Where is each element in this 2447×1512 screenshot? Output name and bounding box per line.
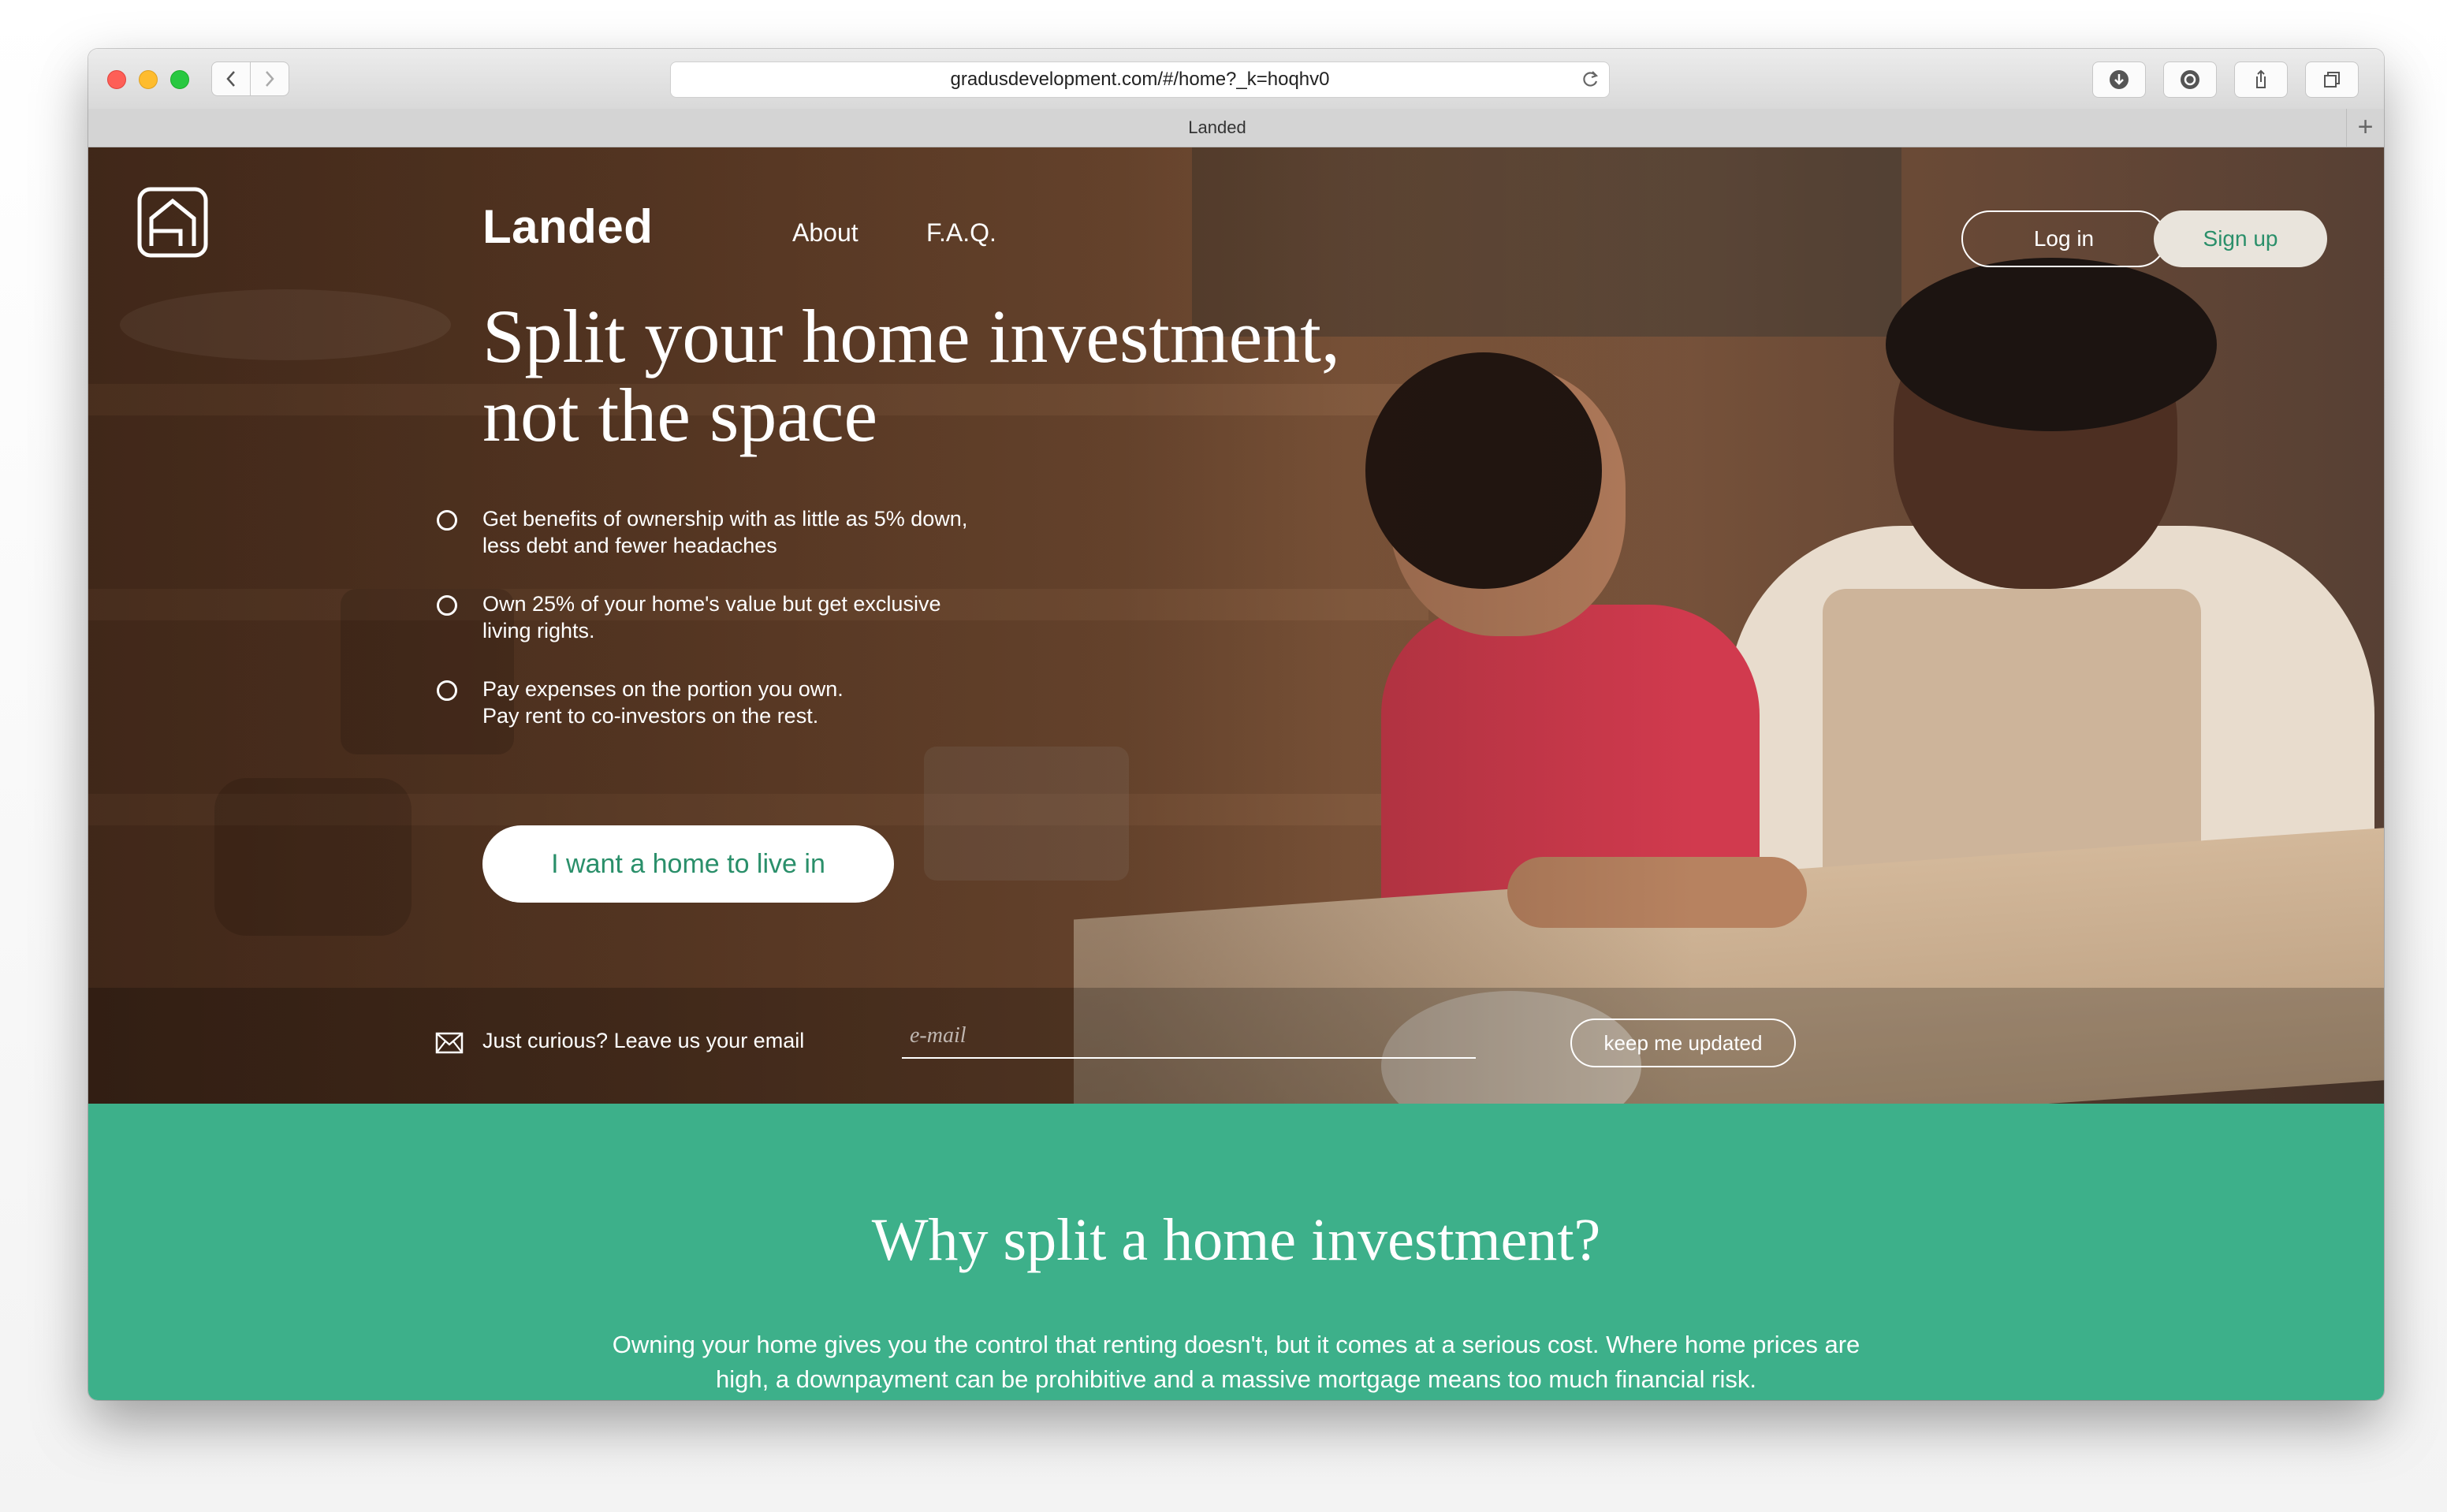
page-content: Landed About F.A.Q. Log in Sign up Split… [88, 147, 2384, 1400]
signup-button[interactable]: Sign up [2154, 210, 2327, 267]
subscribe-label: Just curious? Leave us your email [482, 1029, 805, 1052]
share-button[interactable] [2234, 61, 2288, 98]
browser-window: gradusdevelopment.com/#/home?_k=hoqhv0 L… [88, 49, 2384, 1400]
back-button[interactable] [211, 61, 251, 96]
house-logo-icon[interactable] [137, 187, 208, 258]
download-icon [2110, 70, 2129, 89]
address-bar[interactable]: gradusdevelopment.com/#/home?_k=hoqhv0 [670, 61, 1610, 98]
extension-button[interactable] [2163, 61, 2217, 98]
feature-list: Get benefits of ownership with as little… [435, 505, 1066, 761]
feature-text: Pay expenses on the portion you own. [482, 677, 844, 701]
downloads-button[interactable] [2092, 61, 2146, 98]
hero-headline-line: Split your home investment, [482, 294, 1340, 378]
share-icon [2256, 69, 2266, 88]
chevron-left-icon [226, 71, 235, 87]
home-to-live-in-button[interactable]: I want a home to live in [482, 825, 894, 903]
circle-bullet-icon [437, 680, 457, 701]
feature-text: Own 25% of your home's value but get exc… [482, 592, 941, 616]
feature-item: Pay expenses on the portion you own. Pay… [435, 676, 1066, 729]
nav-link-faq[interactable]: F.A.Q. [926, 218, 996, 248]
tabs-overview-button[interactable] [2305, 61, 2359, 98]
tab-strip: Landed + [88, 109, 2384, 147]
feature-text: living rights. [482, 619, 595, 642]
why-section: Why split a home investment? Owning your… [88, 1104, 2384, 1400]
tab-active[interactable]: Landed [88, 109, 2346, 147]
hero-section: Landed About F.A.Q. Log in Sign up Split… [88, 147, 2384, 1104]
email-field[interactable] [902, 1015, 1476, 1059]
chevron-right-icon [266, 71, 274, 87]
login-button[interactable]: Log in [1961, 210, 2166, 267]
section-body: Owning your home gives you the control t… [612, 1331, 1860, 1393]
circle-bullet-icon [437, 510, 457, 531]
maximize-window-button[interactable] [170, 70, 189, 89]
feature-text: Pay rent to co-investors on the rest. [482, 704, 819, 728]
feature-text: Get benefits of ownership with as little… [482, 507, 968, 531]
feature-text: less debt and fewer headaches [482, 534, 777, 557]
hero-headline: Split your home investment, not the spac… [482, 297, 1428, 455]
browser-toolbar: gradusdevelopment.com/#/home?_k=hoqhv0 [88, 49, 2384, 110]
feature-item: Own 25% of your home's value but get exc… [435, 590, 1066, 644]
feature-item: Get benefits of ownership with as little… [435, 505, 1066, 559]
tabs-icon [2324, 72, 2340, 88]
envelope-icon [435, 1032, 464, 1054]
minimize-window-button[interactable] [139, 70, 158, 89]
circle-bullet-icon [437, 595, 457, 616]
section-title: Why split a home investment? [871, 1207, 1601, 1273]
forward-button[interactable] [250, 61, 289, 96]
nav-link-about[interactable]: About [792, 218, 858, 248]
keep-me-updated-button[interactable]: keep me updated [1570, 1019, 1796, 1067]
new-tab-button[interactable]: + [2346, 109, 2384, 147]
brand-name[interactable]: Landed [482, 199, 653, 254]
hero-headline-line: not the space [482, 373, 878, 457]
address-bar-text: gradusdevelopment.com/#/home?_k=hoqhv0 [950, 69, 1330, 90]
reload-icon[interactable] [1579, 69, 1601, 91]
close-window-button[interactable] [107, 70, 126, 89]
shield-icon [2181, 70, 2199, 89]
